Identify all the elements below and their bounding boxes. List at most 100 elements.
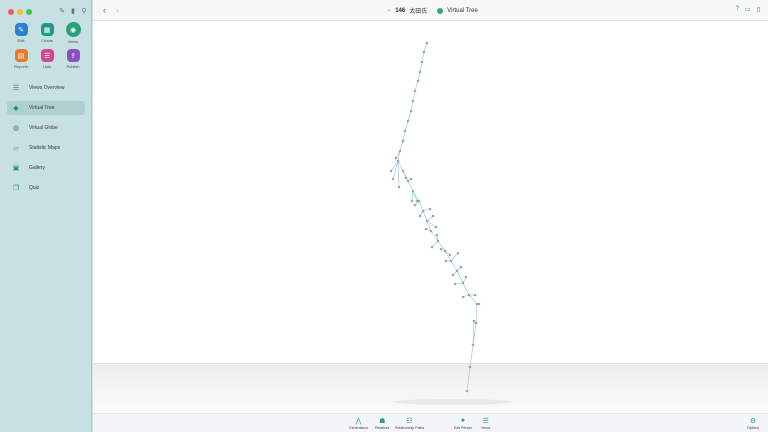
virtual-tree-canvas[interactable] (93, 21, 768, 413)
person-node[interactable] (473, 293, 477, 297)
app-charts[interactable]: ▦ Charts (34, 23, 60, 44)
sidebar-item-virtual-tree[interactable]: ◆ Virtual Tree (7, 101, 85, 115)
person-node[interactable] (420, 60, 424, 64)
person-node[interactable] (394, 156, 398, 160)
forward-arrow-icon[interactable]: › (116, 5, 119, 15)
sidebar-item-virtual-globe[interactable]: ◍ Virtual Globe (7, 121, 85, 135)
person-node[interactable] (431, 214, 435, 218)
person-node[interactable] (422, 50, 426, 54)
person-node[interactable] (413, 203, 417, 207)
sidebar-item-label: Virtual Globe (29, 125, 58, 131)
person-node[interactable] (455, 269, 459, 273)
person-node[interactable] (418, 214, 422, 218)
person-node[interactable] (435, 233, 439, 237)
person-node[interactable] (464, 275, 468, 279)
bookmark-icon[interactable]: ▮ (70, 7, 76, 15)
person-node[interactable] (411, 99, 415, 103)
person-node[interactable] (418, 70, 422, 74)
sidebar-icon[interactable]: ▯ (757, 6, 760, 13)
person-node[interactable] (406, 119, 410, 123)
edit-person-button[interactable]: ● Edit Person (454, 417, 472, 430)
person-node[interactable] (396, 159, 400, 163)
person-node[interactable] (471, 343, 475, 347)
app-publish[interactable]: ⇪ Publish (60, 49, 86, 69)
person-node[interactable] (474, 321, 478, 325)
tree-link (397, 160, 404, 172)
search-person-icon[interactable]: ⚲ (81, 7, 87, 15)
person-node[interactable] (410, 199, 414, 203)
person-node[interactable] (424, 227, 428, 231)
person-node[interactable] (475, 302, 479, 306)
tree-link (414, 80, 419, 92)
back-arrow-icon[interactable]: ‹ (103, 5, 106, 15)
person-node[interactable] (459, 265, 463, 269)
sidebar-item-statistic-maps[interactable]: ▱ Statistic Maps (7, 141, 85, 155)
relatives-icon: ☗ (379, 418, 386, 425)
person-node[interactable] (397, 185, 401, 189)
relationship-paths-button[interactable]: ☷ Relationship Paths (395, 417, 424, 430)
person-node[interactable] (436, 239, 440, 243)
minimize-window-button[interactable] (17, 9, 23, 15)
window-controls (8, 9, 32, 15)
person-node[interactable] (467, 293, 471, 297)
relatives-button[interactable]: ☗ Relatives (375, 417, 389, 430)
person-node[interactable] (453, 282, 457, 286)
person-node[interactable] (391, 177, 395, 181)
person-node[interactable] (448, 253, 452, 257)
options-button[interactable]: ⚙ Options (747, 417, 759, 430)
app-label: Charts (41, 38, 53, 43)
tree-link (390, 160, 399, 172)
sidebar-item-gallery[interactable]: ▣ Gallery (7, 161, 85, 175)
person-node[interactable] (451, 273, 455, 277)
person-node[interactable] (465, 389, 469, 393)
person-node[interactable] (425, 41, 429, 45)
person-node[interactable] (421, 209, 425, 213)
tree-link (399, 140, 404, 152)
help-icon[interactable]: ? (736, 6, 739, 13)
person-node[interactable] (411, 189, 415, 193)
views-button[interactable]: ☰ Views (481, 417, 490, 430)
person-node[interactable] (409, 109, 413, 113)
person-icon: ● (460, 417, 466, 424)
person-node[interactable] (416, 79, 420, 83)
person-node[interactable] (428, 207, 432, 211)
person-node[interactable] (413, 89, 417, 93)
app-lists[interactable]: ☰ Lists (34, 49, 60, 69)
tree-link (412, 190, 418, 202)
person-node[interactable] (401, 139, 405, 143)
person-node[interactable] (430, 245, 434, 249)
person-node[interactable] (456, 251, 460, 255)
person-node[interactable] (389, 169, 393, 173)
generations-button[interactable]: ⋀ Generations (349, 417, 368, 430)
person-node[interactable] (449, 259, 453, 263)
family-tree-3d[interactable] (93, 21, 768, 413)
person-node[interactable] (409, 177, 413, 181)
app-edit[interactable]: ✎ Edit (8, 23, 34, 44)
window-icon[interactable]: ▭ (745, 6, 751, 13)
person-node[interactable] (404, 176, 408, 180)
person-node[interactable] (461, 295, 465, 299)
tag-icon[interactable]: ✎ (59, 7, 65, 15)
person-node[interactable] (425, 219, 429, 223)
person-node[interactable] (443, 249, 447, 253)
person-node[interactable] (406, 179, 410, 183)
person-node[interactable] (468, 365, 472, 369)
person-node[interactable] (444, 259, 448, 263)
tree-link (411, 190, 414, 202)
upload-icon: ⇪ (66, 49, 80, 62)
person-node[interactable] (461, 281, 465, 285)
person-node[interactable] (429, 229, 433, 233)
person-node[interactable] (417, 199, 421, 203)
sidebar-item-views-overview[interactable]: ☰ Views Overview (7, 81, 85, 95)
person-node[interactable] (401, 169, 405, 173)
maximize-window-button[interactable] (26, 9, 32, 15)
app-views[interactable]: ◉ Views (60, 22, 86, 44)
person-node[interactable] (403, 129, 407, 133)
app-reports[interactable]: ▤ Reports (8, 49, 34, 69)
person-node[interactable] (434, 225, 438, 229)
person-node[interactable] (472, 319, 476, 323)
close-window-button[interactable] (8, 9, 14, 15)
sidebar-item-quiz[interactable]: ❐ Quiz (7, 181, 85, 195)
person-node[interactable] (439, 247, 443, 251)
person-node[interactable] (398, 149, 402, 153)
